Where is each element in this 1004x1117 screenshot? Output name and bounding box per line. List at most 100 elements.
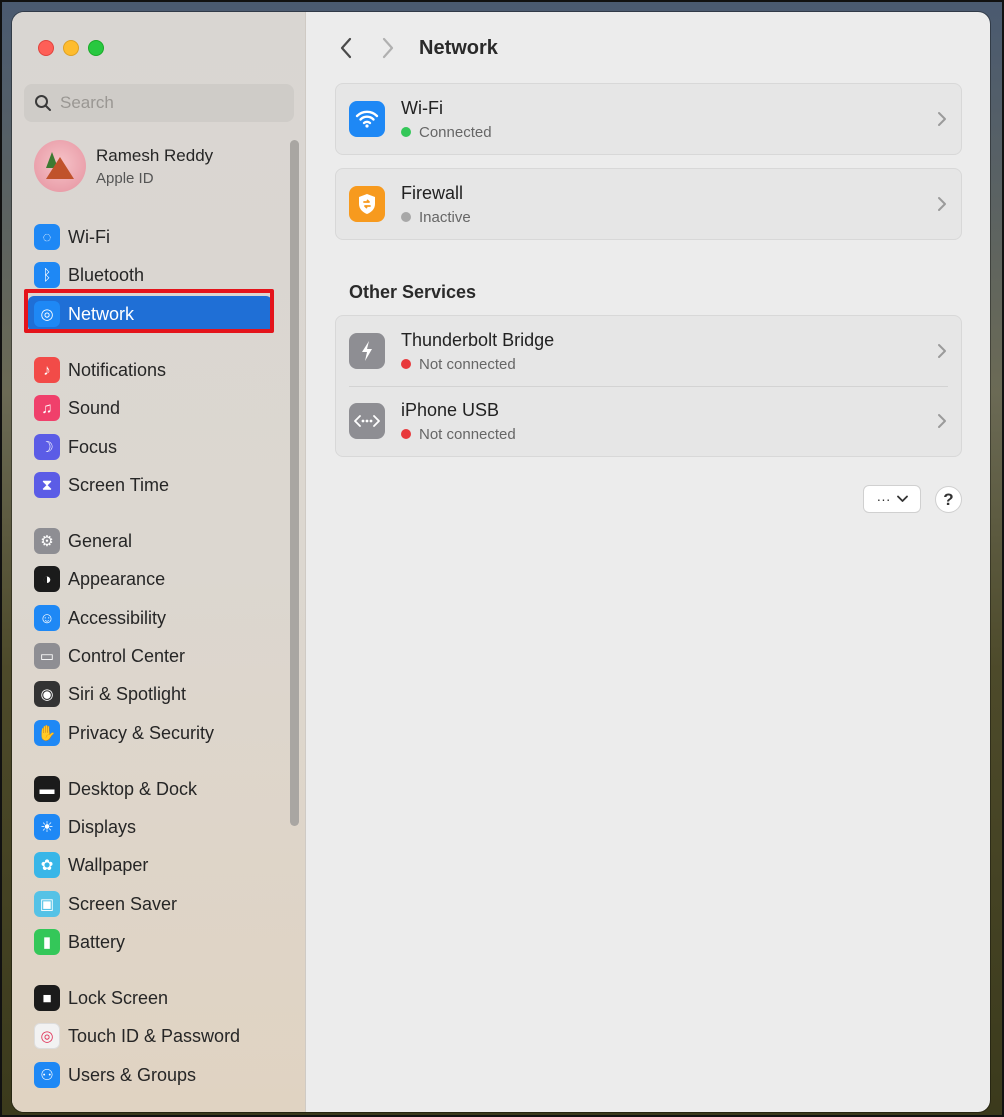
avatar	[34, 140, 86, 192]
battery-icon: ▮	[34, 929, 60, 955]
sidebar-item-sound[interactable]: ♫ Sound	[28, 390, 272, 426]
fingerprint-icon: ◎	[34, 1023, 60, 1049]
status-text: Inactive	[419, 208, 471, 226]
speaker-icon: ♫	[34, 395, 60, 421]
hourglass-icon: ⧗	[34, 472, 60, 498]
sidebar-item-screen-saver[interactable]: ▣ Screen Saver	[28, 886, 272, 922]
sidebar-item-label: Screen Saver	[68, 893, 178, 914]
hand-icon: ✋	[34, 720, 60, 746]
usb-icon	[349, 403, 385, 439]
sidebar-item-desktop-dock[interactable]: ▬ Desktop & Dock	[28, 771, 272, 807]
sidebar-item-label: Siri & Spotlight	[68, 683, 187, 704]
sidebar-item-label: Control Center	[68, 645, 186, 666]
sidebar-item-screen-time[interactable]: ⧗ Screen Time	[28, 467, 272, 503]
sidebar-item-label: Notifications	[68, 359, 167, 380]
chevron-down-icon	[896, 495, 908, 502]
service-title: iPhone USB	[401, 399, 500, 420]
search-icon	[35, 95, 51, 111]
profile-subtitle: Apple ID	[96, 169, 154, 187]
users-icon: ⚇	[34, 1062, 60, 1088]
status-text: Connected	[419, 123, 492, 141]
status-text: Not connected	[419, 355, 516, 373]
status-dot-icon	[401, 429, 411, 439]
sidebar-item-displays[interactable]: ☀ Displays	[28, 809, 272, 845]
appearance-icon: ◑	[34, 566, 60, 592]
forward-button[interactable]	[373, 33, 403, 63]
flower-icon: ✿	[34, 852, 60, 878]
system-settings-window: Ramesh Reddy Apple ID ◌ Wi-Fi ᛒ Bluetooth ◎ N…	[12, 12, 990, 1112]
wifi-icon	[349, 101, 385, 137]
back-button[interactable]	[331, 33, 361, 63]
main-pane: Network Wi-Fi Connected Firewall Inactiv…	[307, 12, 990, 1112]
sidebar-item-users-groups[interactable]: ⚇ Users & Groups	[28, 1057, 272, 1093]
sidebar-item-label: Appearance	[68, 568, 166, 589]
sidebar-item-battery[interactable]: ▮ Battery	[28, 924, 272, 960]
chevron-right-icon	[938, 344, 946, 358]
service-status: Not connected	[401, 356, 554, 373]
sidebar-item-label: Lock Screen	[68, 987, 169, 1008]
sidebar-item-wi-fi[interactable]: ◌ Wi-Fi	[28, 219, 272, 255]
gear-icon: ⚙	[34, 528, 60, 554]
sidebar-item-label: Bluetooth	[68, 264, 145, 285]
sidebar-item-appearance[interactable]: ◑ Appearance	[28, 561, 272, 597]
help-button[interactable]: ?	[935, 486, 962, 513]
search-input[interactable]	[60, 93, 280, 113]
service-row-firewall[interactable]: Firewall Inactive	[336, 169, 961, 239]
sidebar-item-label: General	[68, 530, 133, 551]
service-status: Inactive	[401, 209, 471, 226]
bell-icon: ♪	[34, 357, 60, 383]
status-dot-icon	[401, 127, 411, 137]
sidebar-item-privacy-security[interactable]: ✋ Privacy & Security	[28, 715, 272, 751]
sidebar-item-bluetooth[interactable]: ᛒ Bluetooth	[28, 257, 272, 293]
service-title: Thunderbolt Bridge	[401, 329, 555, 350]
other-services-card: Thunderbolt Bridge Not connected iPhone …	[335, 315, 962, 457]
sidebar-item-label: Privacy & Security	[68, 722, 215, 743]
minimize-button[interactable]	[63, 40, 79, 56]
sidebar-item-label: Wallpaper	[68, 854, 149, 875]
toggles-icon: ▭	[34, 643, 60, 669]
chevron-left-icon	[340, 37, 352, 59]
service-row-iphone-usb[interactable]: iPhone USB Not connected	[336, 386, 961, 456]
accessibility-icon: ☺	[34, 605, 60, 631]
sidebar-item-wallpaper[interactable]: ✿ Wallpaper	[28, 847, 272, 883]
dock-icon: ▬	[34, 776, 60, 802]
siri-icon: ◉	[34, 681, 60, 707]
sidebar-item-lock-screen[interactable]: ■ Lock Screen	[28, 980, 272, 1016]
sidebar-item-control-center[interactable]: ▭ Control Center	[28, 638, 272, 674]
service-row-thunderbolt-bridge[interactable]: Thunderbolt Bridge Not connected	[336, 316, 961, 386]
sidebar-item-general[interactable]: ⚙ General	[28, 523, 272, 559]
close-button[interactable]	[38, 40, 54, 56]
sidebar-scrollbar[interactable]	[290, 140, 299, 826]
more-actions-button[interactable]: ···	[863, 485, 921, 513]
apple-id-profile[interactable]: Ramesh Reddy Apple ID	[34, 140, 213, 192]
sidebar-item-label: Screen Time	[68, 474, 170, 495]
status-dot-icon	[401, 359, 411, 369]
zoom-button[interactable]	[88, 40, 104, 56]
chevron-right-icon	[382, 37, 394, 59]
service-title: Firewall	[401, 182, 464, 203]
wifi-service-card[interactable]: Wi-Fi Connected	[335, 83, 962, 155]
sidebar-item-notifications[interactable]: ♪ Notifications	[28, 352, 272, 388]
toolbar: Network	[307, 30, 990, 66]
sidebar-item-accessibility[interactable]: ☺ Accessibility	[28, 600, 272, 636]
sidebar-item-siri-spotlight[interactable]: ◉ Siri & Spotlight	[28, 676, 272, 712]
firewall-service-card[interactable]: Firewall Inactive	[335, 168, 962, 240]
profile-name: Ramesh Reddy	[96, 145, 214, 165]
sidebar-item-label: Touch ID & Password	[68, 1025, 241, 1046]
service-title: Wi-Fi	[401, 97, 443, 118]
service-row-wifi[interactable]: Wi-Fi Connected	[336, 84, 961, 154]
sidebar: Ramesh Reddy Apple ID ◌ Wi-Fi ᛒ Bluetooth ◎ N…	[12, 12, 306, 1112]
firewall-icon	[349, 186, 385, 222]
sidebar-item-label: Sound	[68, 397, 121, 418]
sidebar-item-touch-id-password[interactable]: ◎ Touch ID & Password	[28, 1018, 272, 1054]
bluetooth-icon: ᛒ	[34, 262, 60, 288]
moon-icon: ☽	[34, 434, 60, 460]
sun-icon: ☀	[34, 814, 60, 840]
search-field[interactable]	[24, 84, 294, 122]
sidebar-item-label: Users & Groups	[68, 1064, 197, 1085]
status-text: Not connected	[419, 425, 516, 443]
thunderbolt-icon	[349, 333, 385, 369]
screensaver-icon: ▣	[34, 891, 60, 917]
sidebar-item-label: Wi-Fi	[68, 226, 110, 247]
sidebar-item-focus[interactable]: ☽ Focus	[28, 429, 272, 465]
